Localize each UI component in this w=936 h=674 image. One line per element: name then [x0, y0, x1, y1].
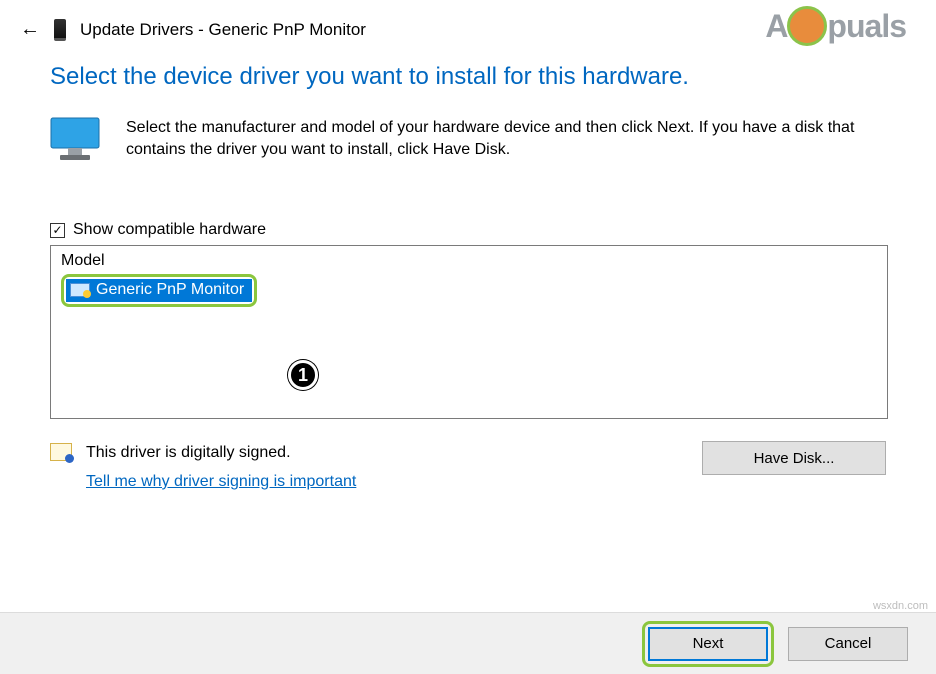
model-list-header: Model — [61, 252, 877, 270]
window-title: Update Drivers - Generic PnP Monitor — [80, 20, 366, 40]
back-button[interactable]: ← — [20, 18, 40, 41]
compatible-hardware-label: Show compatible hardware — [73, 221, 266, 239]
update-drivers-dialog: A puals ← Update Drivers - Generic PnP M… — [0, 0, 936, 674]
page-heading: Select the device driver you want to ins… — [50, 63, 886, 91]
content-area: Select the device driver you want to ins… — [0, 51, 936, 497]
annotation-badge-1: 1 — [288, 360, 318, 390]
signature-block: This driver is digitally signed. Tell me… — [86, 439, 356, 497]
source-tag: wsxdn.com — [873, 600, 928, 612]
signature-row: This driver is digitally signed. Tell me… — [50, 439, 886, 497]
next-button[interactable]: Next — [648, 627, 768, 661]
watermark-text-right: puals — [827, 8, 906, 45]
annotation-highlight-2: Next — [642, 621, 774, 667]
compatible-hardware-checkbox[interactable]: ✓ — [50, 223, 65, 238]
checkmark-icon: ✓ — [52, 224, 62, 236]
signature-text: This driver is digitally signed. — [86, 439, 356, 468]
monitor-icon — [50, 117, 100, 161]
compatible-hardware-row: ✓ Show compatible hardware — [50, 221, 886, 239]
watermark-text-left: A — [765, 8, 787, 45]
cancel-button[interactable]: Cancel — [788, 627, 908, 661]
model-list: Model Generic PnP Monitor — [50, 245, 888, 419]
driver-icon — [70, 283, 90, 297]
certificate-icon — [50, 443, 72, 461]
annotation-highlight-1: Generic PnP Monitor — [61, 274, 257, 307]
have-disk-button[interactable]: Have Disk... — [702, 441, 886, 475]
device-icon — [54, 19, 66, 41]
watermark: A puals — [765, 6, 906, 46]
button-bar: Next Cancel — [0, 612, 936, 674]
model-item-label: Generic PnP Monitor — [96, 281, 244, 299]
intro-row: Select the manufacturer and model of you… — [50, 117, 886, 161]
intro-text: Select the manufacturer and model of you… — [126, 117, 886, 161]
model-list-item[interactable]: Generic PnP Monitor — [66, 279, 252, 302]
watermark-avatar-icon — [787, 6, 827, 46]
driver-signing-link[interactable]: Tell me why driver signing is important — [86, 468, 356, 497]
